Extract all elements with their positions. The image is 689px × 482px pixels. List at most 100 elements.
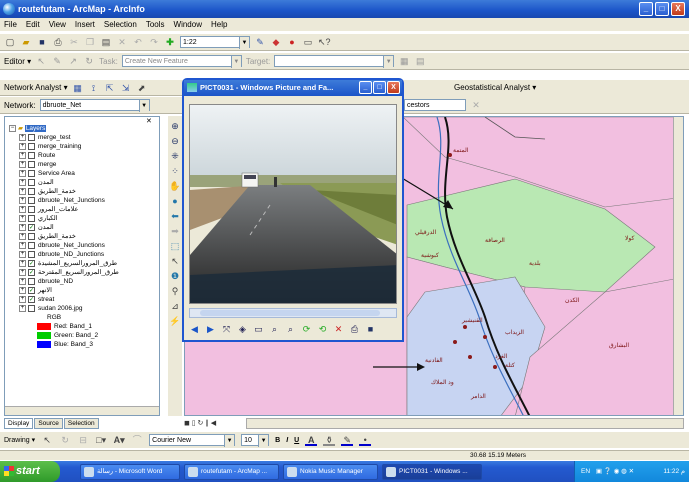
expand-icon[interactable]: + bbox=[19, 206, 26, 213]
expand-icon[interactable]: + bbox=[19, 305, 26, 312]
layer-visibility-checkbox[interactable] bbox=[28, 188, 35, 195]
expand-icon[interactable]: + bbox=[19, 260, 26, 267]
toc-layer[interactable]: + خدمة_الطريق bbox=[19, 188, 76, 196]
toc-layer[interactable]: + علامات_المرور bbox=[19, 206, 78, 214]
expand-icon[interactable]: + bbox=[19, 278, 26, 285]
toc-layer[interactable]: + ✓ المدن bbox=[19, 224, 54, 232]
expand-icon[interactable]: + bbox=[19, 233, 26, 240]
open-folder-icon[interactable]: ▰ bbox=[20, 36, 32, 48]
marker-color-icon[interactable]: • bbox=[359, 434, 372, 446]
font-size-dropdown[interactable]: 10 ▼ bbox=[241, 434, 270, 447]
expand-icon[interactable]: + bbox=[19, 251, 26, 258]
menu-tools[interactable]: Tools bbox=[146, 18, 165, 31]
toc-layer[interactable]: + ✓ streat bbox=[19, 296, 54, 304]
taskbar-item-nokia[interactable]: Nokia Music Manager bbox=[283, 463, 378, 480]
layer-visibility-checkbox[interactable] bbox=[28, 134, 35, 141]
rotate-counterclockwise-icon[interactable]: ⟲ bbox=[317, 324, 328, 335]
fixed-zoom-in-icon[interactable]: ⁜ bbox=[169, 150, 181, 162]
menu-selection[interactable]: Selection bbox=[104, 18, 137, 31]
solve-icon[interactable]: ⇲ bbox=[120, 82, 132, 94]
menu-file[interactable]: File bbox=[4, 18, 17, 31]
measure-icon[interactable]: ⊿ bbox=[169, 300, 181, 312]
sketch-properties-icon[interactable]: ▤ bbox=[414, 55, 426, 67]
actual-size-icon[interactable]: ◈ bbox=[237, 324, 248, 335]
zoom-in-icon[interactable]: ⊕ bbox=[169, 120, 181, 132]
rotate-icon[interactable]: ↻ bbox=[83, 55, 95, 67]
toc-layer[interactable]: + dbruote_ND_Junctions bbox=[19, 251, 104, 259]
layer-visibility-checkbox[interactable] bbox=[28, 179, 35, 186]
expand-icon[interactable]: + bbox=[19, 296, 26, 303]
delete-image-icon[interactable]: ✕ bbox=[333, 324, 344, 335]
expand-icon[interactable]: + bbox=[19, 134, 26, 141]
select-elements-icon[interactable]: ↖ bbox=[169, 255, 181, 267]
layer-visibility-checkbox[interactable] bbox=[28, 143, 35, 150]
collapse-icon[interactable]: − bbox=[9, 125, 16, 132]
rotate-clockwise-icon[interactable]: ⟳ bbox=[301, 324, 312, 335]
expand-icon[interactable]: + bbox=[19, 287, 26, 294]
expand-icon[interactable]: + bbox=[19, 152, 26, 159]
toc-layer[interactable]: + الكباري bbox=[19, 215, 58, 223]
start-button[interactable]: start bbox=[0, 461, 60, 482]
layer-visibility-checkbox[interactable] bbox=[28, 197, 35, 204]
map-horizontal-scrollbar[interactable] bbox=[246, 418, 684, 429]
text-tool-icon[interactable]: A▾ bbox=[113, 434, 125, 446]
select-features-icon[interactable]: ⬚ bbox=[169, 240, 181, 252]
tray-icons[interactable]: ▣ ❔ ◉ ◍ ✕ bbox=[596, 468, 634, 475]
layer-visibility-checkbox[interactable] bbox=[28, 278, 35, 285]
layer-visibility-checkbox[interactable] bbox=[28, 152, 35, 159]
copy-icon[interactable]: ❐ bbox=[84, 36, 96, 48]
new-doc-icon[interactable]: ▢ bbox=[4, 36, 16, 48]
editor-menu[interactable]: Editor ▾ bbox=[4, 57, 31, 66]
network-analyst-menu[interactable]: Network Analyst ▾ bbox=[4, 83, 68, 92]
zoom-whole-page-icon[interactable]: ⊟ bbox=[77, 434, 89, 446]
fixed-zoom-out-icon[interactable]: ⁘ bbox=[169, 165, 181, 177]
forward-extent-icon[interactable]: ➡ bbox=[169, 225, 181, 237]
cut-icon[interactable]: ✂ bbox=[68, 36, 80, 48]
layer-visibility-checkbox[interactable] bbox=[28, 161, 35, 168]
underline-button[interactable]: U bbox=[294, 437, 299, 444]
picture-viewer-titlebar[interactable]: PICT0031 - Windows Picture and Fa... _ □… bbox=[184, 80, 402, 96]
tab-display[interactable]: Display bbox=[4, 418, 34, 429]
sketch-dropdown-icon[interactable]: ↗ bbox=[67, 55, 79, 67]
viewer-maximize-button[interactable]: □ bbox=[373, 81, 386, 94]
font-dropdown[interactable]: Courier New ▼ bbox=[149, 434, 236, 447]
expand-icon[interactable]: + bbox=[19, 170, 26, 177]
toc-layer[interactable]: + dbruote_Net_Junctions bbox=[19, 242, 105, 250]
italic-button[interactable]: I bbox=[286, 437, 288, 444]
command-line-icon[interactable]: ▭ bbox=[302, 36, 314, 48]
tab-source[interactable]: Source bbox=[34, 418, 63, 429]
toc-layer[interactable]: + Route bbox=[19, 152, 55, 160]
layer-visibility-checkbox[interactable] bbox=[28, 206, 35, 213]
toc-layer[interactable]: + ✓ طرق_المرورالسريع_المقترحة bbox=[19, 269, 119, 277]
expand-icon[interactable]: + bbox=[19, 143, 26, 150]
full-extent-icon[interactable]: ● bbox=[169, 195, 181, 207]
target-dropdown[interactable]: ▼ bbox=[274, 55, 395, 68]
layer-visibility-checkbox[interactable]: ✓ bbox=[28, 224, 35, 231]
toc-horizontal-scrollbar[interactable] bbox=[5, 406, 159, 415]
edit-vertices-icon[interactable]: ⌒ bbox=[131, 434, 143, 446]
taskbar-item-word[interactable]: رسالة - Microsoft Word bbox=[80, 463, 180, 480]
menu-help[interactable]: Help bbox=[211, 18, 227, 31]
next-image-icon[interactable]: ▶ bbox=[205, 324, 216, 335]
toc-layer[interactable]: + المدن bbox=[19, 179, 54, 187]
layer-visibility-checkbox[interactable] bbox=[28, 233, 35, 240]
editor-toolbar-icon[interactable]: ✎ bbox=[254, 36, 266, 48]
expand-icon[interactable]: + bbox=[19, 224, 26, 231]
undo-icon[interactable]: ↶ bbox=[132, 36, 144, 48]
whats-this-icon[interactable]: ↖? bbox=[318, 36, 331, 48]
network-dropdown[interactable]: dbruote_Net ▼ bbox=[39, 99, 150, 112]
toc-layer[interactable]: + خدمة_الطريق bbox=[19, 233, 76, 241]
create-location-icon[interactable]: ⟟ bbox=[88, 82, 100, 94]
back-extent-icon[interactable]: ⬅ bbox=[169, 210, 181, 222]
select-elements-tool-icon[interactable]: ↖ bbox=[41, 434, 53, 446]
toc-layer[interactable]: + ✓ الانهر bbox=[19, 287, 52, 295]
toc-layer[interactable]: + ✓ طرق_المرورالسريع_المشيدة bbox=[19, 260, 117, 268]
zoom-out-icon[interactable]: ⊖ bbox=[169, 135, 181, 147]
layer-visibility-checkbox[interactable]: ✓ bbox=[28, 296, 35, 303]
delete-icon[interactable]: ✕ bbox=[116, 36, 128, 48]
fill-color-icon[interactable]: ⚱ bbox=[323, 434, 336, 446]
expand-icon[interactable]: + bbox=[19, 188, 26, 195]
layout-view-controls[interactable]: ◼ ▯ ↻ ∥ ◀ bbox=[184, 418, 244, 429]
layer-visibility-checkbox[interactable] bbox=[28, 242, 35, 249]
find-icon[interactable]: ⚲ bbox=[169, 285, 181, 297]
